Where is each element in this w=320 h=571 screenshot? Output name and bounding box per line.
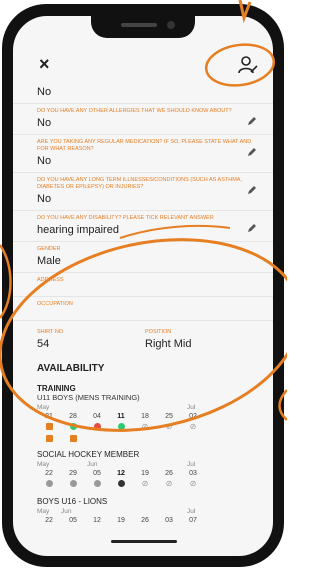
day: 22 (45, 470, 53, 477)
training-status: ⊘ ⊘ ⊘ (13, 420, 273, 432)
training-months: May Jul (37, 404, 249, 413)
cross-icon[interactable] (93, 422, 101, 430)
day: 25 (165, 413, 173, 420)
month-label: Jun (87, 461, 98, 468)
profile-content: No DO YOU HAVE ANY OTHER ALLERGIES THAT … (13, 80, 273, 556)
check-icon[interactable] (117, 422, 125, 430)
training-days: 21 28 04 11 18 25 02 (13, 413, 273, 420)
app-screen: × No DO YOU HAVE ANY OTHER ALLERGIES THA… (13, 16, 273, 556)
field-answer: No (37, 155, 52, 167)
check-icon[interactable] (69, 422, 77, 430)
top-bar: × (13, 44, 273, 84)
day: 03 (165, 517, 173, 524)
shirt-label: SHIRT NO. (37, 329, 65, 335)
phone-frame: × No DO YOU HAVE ANY OTHER ALLERGIES THA… (2, 4, 284, 567)
pencil-icon[interactable] (247, 185, 257, 195)
availability-title: AVAILABILITY (37, 363, 105, 374)
day: 05 (93, 470, 101, 477)
day: 18 (141, 413, 149, 420)
pending-icon[interactable] (45, 479, 53, 487)
month-label: May (37, 461, 50, 468)
shirt-value: 54 (37, 338, 50, 350)
day: 26 (141, 517, 149, 524)
unavailable-icon[interactable] (45, 434, 53, 442)
month-label: Jun (61, 508, 72, 515)
field-row: ADDRESS (13, 273, 273, 297)
pending-icon[interactable] (117, 479, 125, 487)
field-row: DO YOU HAVE ANY LONG TERM ILLNESSES/COND… (13, 173, 273, 211)
eye-off-icon[interactable]: ⊘ (142, 422, 149, 431)
home-indicator (111, 540, 177, 543)
day: 22 (45, 517, 53, 524)
pending-icon[interactable] (93, 479, 101, 487)
day: 28 (69, 413, 77, 420)
speaker (121, 23, 157, 27)
day: 11 (117, 413, 125, 420)
day: 26 (165, 470, 173, 477)
boys-months: May Jun Jul (37, 508, 249, 517)
field-answer: No (37, 193, 52, 205)
field-row: DO YOU HAVE ANY OTHER ALLERGIES THAT WE … (13, 104, 273, 135)
day: 05 (69, 517, 77, 524)
field-answer: Male (37, 255, 61, 267)
shirt-position-row: SHIRT NO. 54 POSITION Right Mid (13, 321, 273, 355)
close-icon[interactable]: × (39, 54, 50, 75)
pending-icon[interactable] (69, 479, 77, 487)
month-label: Jul (187, 461, 196, 468)
day: 21 (45, 413, 53, 420)
field-answer: No (37, 86, 52, 98)
social-title: SOCIAL HOCKEY MEMBER (37, 450, 140, 459)
day: 19 (117, 517, 125, 524)
training-status-extra (13, 432, 273, 444)
field-answer: No (37, 117, 52, 129)
field-answer: hearing impaired (37, 224, 119, 236)
eye-off-icon[interactable]: ⊘ (166, 479, 173, 488)
day: 12 (117, 470, 125, 477)
field-question: DO YOU HAVE ANY OTHER ALLERGIES THAT WE … (37, 108, 232, 114)
field-row: ARE YOU TAKING ANY REGULAR MEDICATION? I… (13, 135, 273, 173)
field-question: OCCUPATION (37, 301, 73, 307)
day: 03 (189, 470, 197, 477)
field-question: DO YOU HAVE ANY DISABILITY? PLEASE TICK … (37, 215, 214, 221)
position-value: Right Mid (145, 338, 192, 350)
social-status: ⊘ ⊘ ⊘ (13, 477, 273, 489)
field-row: DO YOU HAVE ANY DISABILITY? PLEASE TICK … (13, 211, 273, 242)
eye-off-icon[interactable]: ⊘ (190, 479, 197, 488)
pencil-icon[interactable] (247, 147, 257, 157)
day: 19 (141, 470, 149, 477)
camera (167, 21, 175, 29)
field-question: ADDRESS (37, 277, 64, 283)
day: 07 (189, 517, 197, 524)
boys-days: 22 05 12 19 26 03 07 (13, 517, 273, 524)
eye-off-icon[interactable]: ⊘ (190, 422, 197, 431)
field-row: OCCUPATION (13, 297, 273, 321)
month-label: Jul (187, 508, 196, 515)
boys-title: BOYS U16 - LIONS (37, 497, 108, 506)
day: 02 (189, 413, 197, 420)
unavailable-icon[interactable] (45, 422, 53, 430)
day: 12 (93, 517, 101, 524)
eye-off-icon[interactable]: ⊘ (166, 422, 173, 431)
social-days: 22 29 05 12 19 26 03 (13, 470, 273, 477)
field-row: No (13, 80, 273, 104)
training-team: U11 BOYS (MENS TRAINING) (37, 393, 140, 402)
day: 04 (93, 413, 101, 420)
day: 29 (69, 470, 77, 477)
position-label: POSITION (145, 329, 172, 335)
unavailable-icon[interactable] (69, 434, 77, 442)
phone-notch (91, 16, 195, 38)
edit-user-icon[interactable] (237, 54, 259, 76)
pencil-icon[interactable] (247, 116, 257, 126)
field-question: ARE YOU TAKING ANY REGULAR MEDICATION? I… (37, 139, 252, 152)
field-question: GENDER (37, 246, 61, 252)
month-label: May (37, 508, 50, 515)
field-row: GENDER Male (13, 242, 273, 273)
training-title: TRAINING (37, 384, 76, 393)
field-question: DO YOU HAVE ANY LONG TERM ILLNESSES/COND… (37, 177, 242, 190)
month-label: May (37, 404, 50, 411)
month-label: Jul (187, 404, 196, 411)
pencil-icon[interactable] (247, 223, 257, 233)
eye-off-icon[interactable]: ⊘ (142, 479, 149, 488)
social-months: May Jun Jul (37, 461, 249, 470)
